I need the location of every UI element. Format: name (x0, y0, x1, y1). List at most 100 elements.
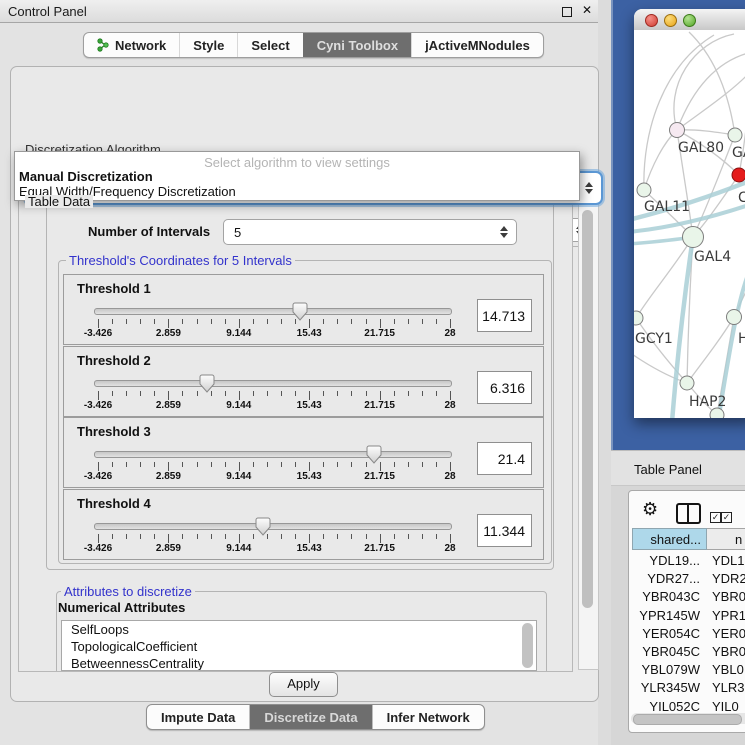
number-of-intervals-label: Number of Intervals (88, 224, 210, 239)
slider-tick-labels: -3.4262.8599.14415.4321.71528 (98, 543, 450, 555)
network-node[interactable] (732, 168, 745, 182)
bottom-tab-discretize-data[interactable]: Discretize Data (249, 705, 371, 729)
bottom-tab-impute-data[interactable]: Impute Data (147, 705, 249, 729)
cell-name[interactable]: YPR1 (712, 607, 745, 625)
tab-network[interactable]: Network (84, 33, 179, 57)
table-row[interactable]: YBR045C YBR0 (632, 643, 745, 661)
threshold-label: Threshold 4 (77, 496, 151, 511)
bottom-tab-infer-network[interactable]: Infer Network (372, 705, 484, 729)
threshold-value-field[interactable]: 21.4 (477, 442, 532, 475)
tab-cyni-toolbox[interactable]: Cyni Toolbox (303, 33, 411, 57)
numerical-attributes-list[interactable]: SelfLoopsTopologicalCoefficientBetweenne… (61, 620, 537, 671)
attribute-list-item[interactable]: TopologicalCoefficient (62, 638, 536, 655)
table-row[interactable]: YDR27... YDR2 (632, 570, 745, 588)
cell-shared-name[interactable]: YBL079W (632, 661, 700, 679)
select-all-icon[interactable]: ✓ (710, 512, 721, 523)
attributes-scrollbar-thumb[interactable] (522, 623, 533, 668)
tab-select[interactable]: Select (237, 33, 302, 57)
cell-name[interactable]: YBL0 (712, 661, 745, 679)
cell-name[interactable]: YIL0 (712, 698, 745, 711)
number-of-intervals-value: 5 (224, 225, 516, 240)
cell-shared-name[interactable]: YDR27... (632, 570, 700, 588)
threshold-panel-2: Threshold 2-3.4262.8599.14415.4321.71528… (63, 346, 544, 417)
cell-shared-name[interactable]: YER054C (632, 625, 700, 643)
threshold-panel-1: Threshold 1-3.4262.8599.14415.4321.71528… (63, 274, 544, 345)
tab-jactivemnodules[interactable]: jActiveMNodules (411, 33, 543, 57)
network-canvas[interactable]: GAL80GALCGAL11GAL4GCY1HHAP2 (634, 30, 745, 418)
table-row[interactable]: YLR345W YLR3 (632, 679, 745, 697)
cell-shared-name[interactable]: YIL052C (632, 698, 700, 711)
network-node[interactable] (637, 183, 651, 197)
network-window-frame: GAL80GALCGAL11GAL4GCY1HHAP2 (611, 0, 745, 450)
threshold-slider-track[interactable] (94, 451, 452, 458)
cell-name[interactable]: YER0 (712, 625, 745, 643)
table-row[interactable]: YBR043C YBR0 (632, 588, 745, 606)
viewport-scrollbar[interactable] (578, 184, 599, 670)
threshold-value-field[interactable]: 14.713 (477, 299, 532, 332)
network-node[interactable] (727, 310, 742, 325)
dropdown-hint: Select algorithm to view settings (15, 155, 579, 170)
threshold-slider-track[interactable] (94, 308, 452, 315)
attribute-list-item[interactable]: BetweennessCentrality (62, 655, 536, 671)
attribute-list-item[interactable]: SelfLoops (62, 621, 536, 638)
float-icon[interactable] (562, 7, 572, 17)
table-horizontal-scrollbar[interactable] (631, 713, 745, 724)
table-row[interactable]: YPR145W YPR1 (632, 607, 745, 625)
network-node[interactable] (634, 311, 643, 325)
close-icon[interactable]: ✕ (582, 3, 592, 17)
cell-name[interactable]: YBR0 (712, 643, 745, 661)
threshold-slider-track[interactable] (94, 523, 452, 530)
cell-shared-name[interactable]: YLR345W (632, 679, 700, 697)
select-all-icon[interactable]: ✓ (721, 512, 732, 523)
threshold-value-field[interactable]: 11.344 (477, 514, 532, 547)
network-window-titlebar[interactable] (634, 9, 745, 31)
zoom-traffic-light-icon[interactable] (683, 14, 696, 27)
cell-name[interactable]: YLR3 (712, 679, 745, 697)
node-label: GAL (732, 145, 745, 161)
slider-ticks (98, 391, 450, 400)
node-label: GAL11 (644, 199, 690, 215)
cell-shared-name[interactable]: YDL19... (632, 552, 700, 570)
tab-style[interactable]: Style (179, 33, 237, 57)
dropdown-item-manual-discretization[interactable]: Manual Discretization (19, 169, 153, 184)
table-row[interactable]: YBL079W YBL0 (632, 661, 745, 679)
threshold-slider-track[interactable] (94, 380, 452, 387)
table-row[interactable]: YER054C YER0 (632, 625, 745, 643)
apply-button[interactable]: Apply (269, 672, 338, 697)
threshold-label: Threshold 1 (77, 281, 151, 296)
viewport-scrollbar-thumb[interactable] (582, 210, 593, 608)
network-node[interactable] (728, 128, 742, 142)
columns-icon[interactable] (676, 503, 701, 524)
cell-shared-name[interactable]: YBR045C (632, 643, 700, 661)
column-header-name[interactable]: n (707, 528, 745, 550)
network-node[interactable] (683, 227, 704, 248)
tab-group: NetworkStyleSelectCyni Toolbox jActiveMNo… (83, 32, 544, 58)
close-traffic-light-icon[interactable] (645, 14, 658, 27)
minimize-traffic-light-icon[interactable] (664, 14, 677, 27)
network-node[interactable] (680, 376, 694, 390)
gear-icon[interactable]: ⚙ (642, 501, 658, 519)
column-header-shared-name[interactable]: shared... (632, 528, 707, 550)
tab-bar: NetworkStyleSelectCyni Toolbox jActiveMNo… (0, 30, 598, 58)
cell-shared-name[interactable]: YBR043C (632, 588, 700, 606)
table-panel: Table Panel ⚙ ✓ ✓ shared... n YDL19...YD… (611, 450, 745, 745)
table-row[interactable]: YIL052C YIL0 (632, 698, 745, 711)
cell-name[interactable]: YDL1 (712, 552, 745, 570)
node-attribute-table[interactable]: shared... n YDL19...YDL1YDR27...YDR2YBR0… (632, 528, 745, 711)
cell-name[interactable]: YBR0 (712, 588, 745, 606)
network-node[interactable] (670, 123, 685, 138)
tab-label: jActiveMNodules (425, 38, 530, 53)
number-of-intervals-combobox[interactable]: 5 (223, 219, 517, 245)
table-horizontal-scrollbar-thumb[interactable] (633, 714, 742, 725)
table-row[interactable]: YDL19... YDL1 (632, 552, 745, 570)
control-panel: Control Panel ✕ NetworkStyleSelectCyni T… (0, 0, 598, 745)
bottom-tab-group: Impute DataDiscretize DataInfer Network (146, 704, 485, 730)
thresholds-group-title: Threshold's Coordinates for 5 Intervals (66, 254, 295, 267)
threshold-value-field[interactable]: 6.316 (477, 371, 532, 404)
slider-ticks (98, 534, 450, 543)
table-panel-titlebar: Table Panel (611, 450, 745, 486)
cell-name[interactable]: YDR2 (712, 570, 745, 588)
cell-shared-name[interactable]: YPR145W (632, 607, 700, 625)
threshold-panel-3: Threshold 3-3.4262.8599.14415.4321.71528… (63, 417, 544, 488)
threshold-label: Threshold 2 (77, 353, 151, 368)
